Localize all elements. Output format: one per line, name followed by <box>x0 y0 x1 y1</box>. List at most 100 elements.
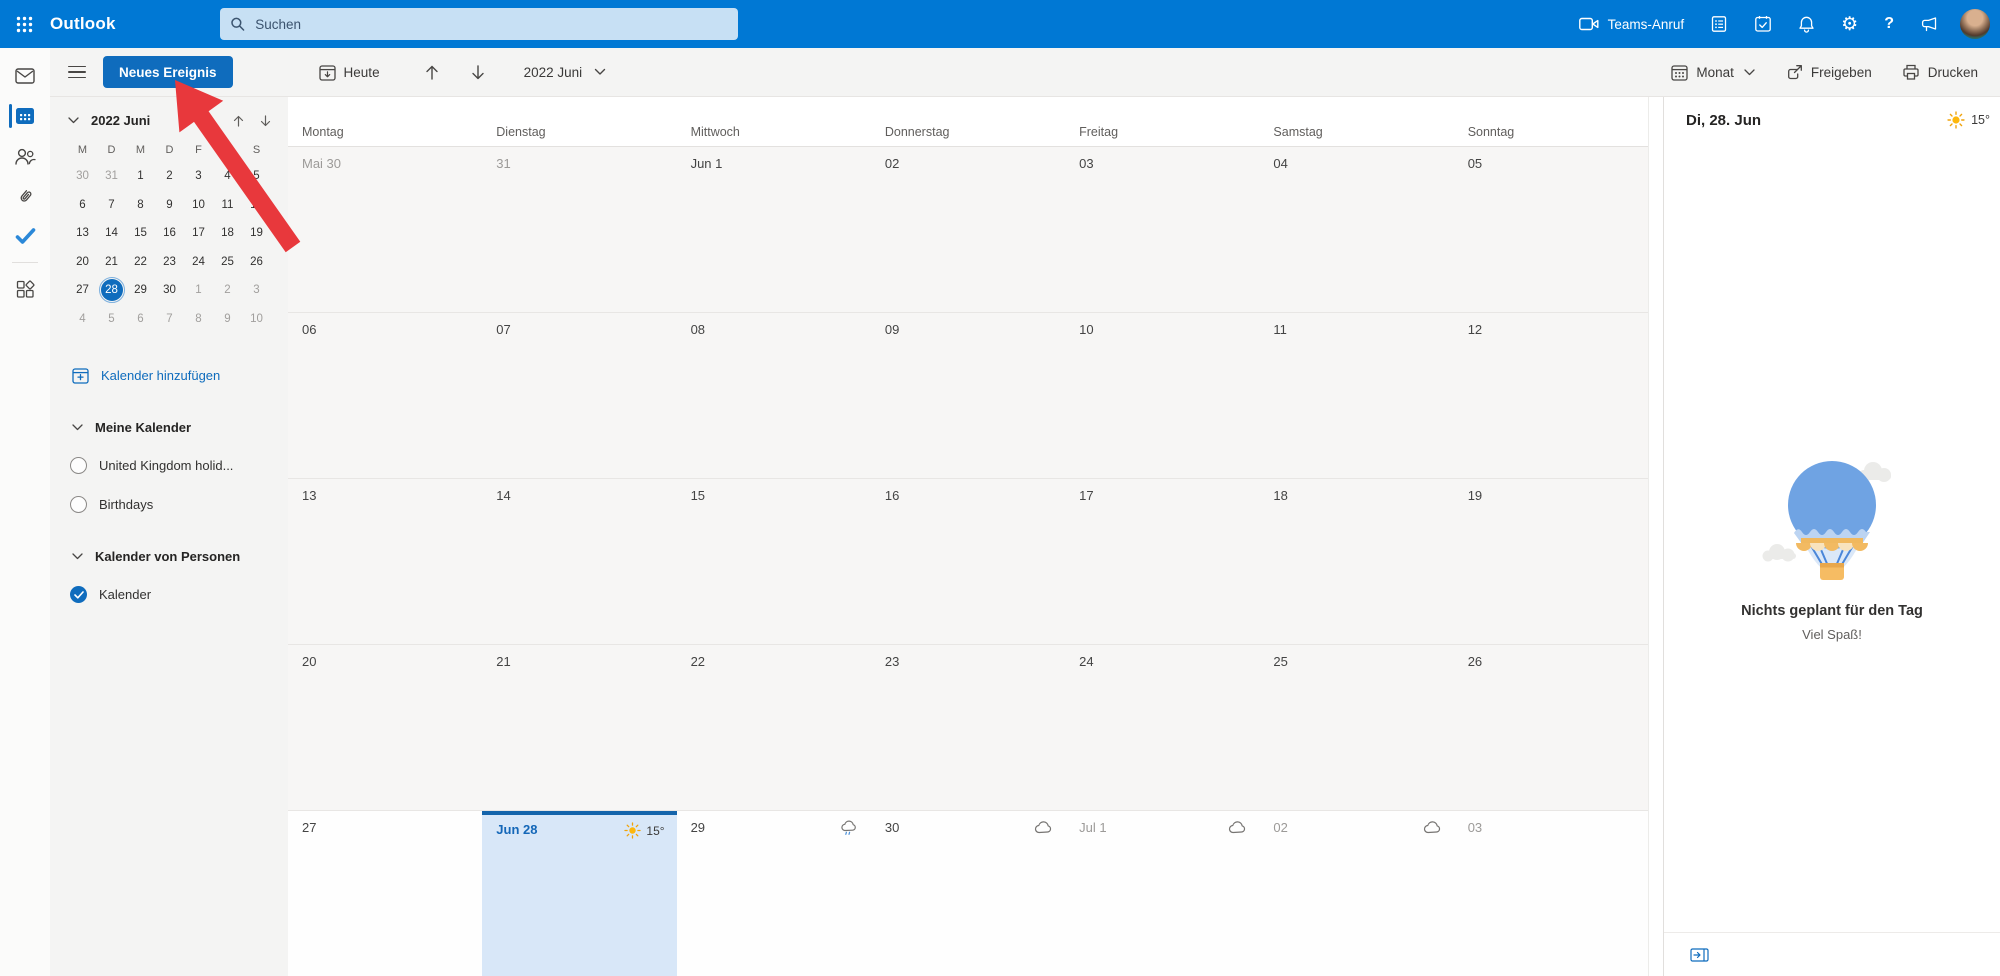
rail-calendar-button[interactable] <box>0 96 50 136</box>
mini-calendar-day[interactable]: 14 <box>97 219 126 248</box>
day-cell[interactable]: 05 <box>1454 147 1648 312</box>
mini-calendar-day[interactable]: 30 <box>68 162 97 191</box>
day-cell[interactable]: 10 <box>1065 313 1259 478</box>
hamburger-menu-button[interactable] <box>68 65 86 79</box>
day-cell[interactable]: 26 <box>1454 645 1648 810</box>
help-button[interactable]: ? <box>1871 0 1907 48</box>
today-button[interactable]: Heute <box>318 64 380 81</box>
day-cell[interactable]: 03 <box>1065 147 1259 312</box>
feedback-button[interactable] <box>1907 0 1952 48</box>
mini-calendar-day[interactable]: 19 <box>242 219 271 248</box>
mini-calendar-day[interactable]: 2 <box>213 276 242 305</box>
day-cell[interactable]: 16 <box>871 479 1065 644</box>
notifications-button[interactable] <box>1785 0 1828 48</box>
mini-calendar-day[interactable]: 20 <box>68 248 97 277</box>
mini-calendar-day[interactable]: 3 <box>242 276 271 305</box>
mini-calendar-day[interactable]: 5 <box>242 162 271 191</box>
mini-calendar-day[interactable]: 4 <box>213 162 242 191</box>
mini-calendar-day[interactable]: 10 <box>184 191 213 220</box>
teams-call-button[interactable]: Teams-Anruf <box>1566 0 1698 48</box>
day-cell[interactable]: 29 <box>677 811 871 976</box>
day-cell[interactable]: 23 <box>871 645 1065 810</box>
mini-calendar-day[interactable]: 30 <box>155 276 184 305</box>
mini-calendar-day[interactable]: 26 <box>242 248 271 277</box>
calendar-item-birthdays[interactable]: Birthdays <box>70 496 288 513</box>
mini-calendar-day[interactable]: 8 <box>126 191 155 220</box>
rail-todo-button[interactable] <box>0 216 50 256</box>
my-day-button[interactable] <box>1741 0 1785 48</box>
day-cell[interactable]: 13 <box>288 479 482 644</box>
user-avatar[interactable] <box>1960 9 1990 39</box>
mini-calendar-day[interactable]: 15 <box>126 219 155 248</box>
day-cell[interactable]: 20 <box>288 645 482 810</box>
day-cell[interactable]: 21 <box>482 645 676 810</box>
mini-calendar-day[interactable]: 8 <box>184 305 213 334</box>
mini-calendar-day[interactable]: 24 <box>184 248 213 277</box>
rail-mail-button[interactable] <box>0 56 50 96</box>
mini-calendar-day[interactable]: 5 <box>97 305 126 334</box>
day-cell[interactable]: 03 <box>1454 811 1648 976</box>
mini-calendar-day-selected[interactable]: 28 <box>97 276 126 305</box>
mini-calendar-day[interactable]: 27 <box>68 276 97 305</box>
mini-next-month-icon[interactable] <box>259 114 272 128</box>
day-cell[interactable]: 25 <box>1259 645 1453 810</box>
day-cell[interactable]: 27 <box>288 811 482 976</box>
search-input[interactable] <box>255 16 728 32</box>
next-period-button[interactable] <box>470 64 486 81</box>
day-cell[interactable]: 09 <box>871 313 1065 478</box>
feed-button[interactable] <box>1697 0 1741 48</box>
rail-more-apps-button[interactable] <box>0 269 50 309</box>
day-cell[interactable]: 06 <box>288 313 482 478</box>
calendar-item-kalender[interactable]: Kalender <box>70 586 288 603</box>
mini-calendar-day[interactable]: 4 <box>68 305 97 334</box>
calendar-visibility-toggle-checked[interactable] <box>70 586 87 603</box>
day-cell[interactable]: Jun 1 <box>677 147 871 312</box>
mini-calendar-day[interactable]: 13 <box>68 219 97 248</box>
mini-prev-month-icon[interactable] <box>232 114 245 128</box>
day-cell[interactable]: 12 <box>1454 313 1648 478</box>
calendar-item-uk-holidays[interactable]: United Kingdom holid... <box>70 457 288 474</box>
mini-calendar-day[interactable]: 22 <box>126 248 155 277</box>
view-selector[interactable]: Monat <box>1671 64 1755 81</box>
day-cell[interactable]: 19 <box>1454 479 1648 644</box>
mini-calendar-day[interactable]: 11 <box>213 191 242 220</box>
day-cell[interactable]: 14 <box>482 479 676 644</box>
mini-calendar-day[interactable]: 10 <box>242 305 271 334</box>
mini-calendar-day[interactable]: 9 <box>213 305 242 334</box>
mini-calendar-day[interactable]: 31 <box>97 162 126 191</box>
app-launcher-icon[interactable] <box>0 0 48 48</box>
day-cell[interactable]: Jul 1 <box>1065 811 1259 976</box>
dock-panel-icon[interactable] <box>1690 947 1709 962</box>
day-cell[interactable]: 24 <box>1065 645 1259 810</box>
day-cell[interactable]: 30 <box>871 811 1065 976</box>
mini-calendar-day[interactable]: 1 <box>184 276 213 305</box>
rail-people-button[interactable] <box>0 136 50 176</box>
mini-calendar-day[interactable]: 7 <box>97 191 126 220</box>
day-cell[interactable]: 15 <box>677 479 871 644</box>
day-cell[interactable]: 17 <box>1065 479 1259 644</box>
settings-button[interactable]: ⚙ <box>1828 0 1871 48</box>
previous-period-button[interactable] <box>424 64 440 81</box>
mini-calendar-day[interactable]: 23 <box>155 248 184 277</box>
day-cell[interactable]: 22 <box>677 645 871 810</box>
day-cell[interactable]: 31 <box>482 147 676 312</box>
mini-calendar-day[interactable]: 16 <box>155 219 184 248</box>
calendar-visibility-toggle[interactable] <box>70 496 87 513</box>
mini-calendar-day[interactable]: 21 <box>97 248 126 277</box>
mini-calendar-day[interactable]: 2 <box>155 162 184 191</box>
day-cell-selected[interactable]: Jun 28 15° <box>482 811 677 976</box>
mini-calendar-day[interactable]: 25 <box>213 248 242 277</box>
day-cell[interactable]: 08 <box>677 313 871 478</box>
print-button[interactable]: Drucken <box>1902 63 1978 81</box>
new-event-button[interactable]: Neues Ereignis <box>103 56 233 88</box>
share-button[interactable]: Freigeben <box>1785 63 1872 81</box>
collapse-chevron-icon[interactable] <box>68 117 79 124</box>
mini-calendar-day[interactable]: 9 <box>155 191 184 220</box>
mini-calendar-day[interactable]: 7 <box>155 305 184 334</box>
mini-calendar-day[interactable]: 6 <box>126 305 155 334</box>
period-selector[interactable]: 2022 Juni <box>524 65 607 80</box>
mini-calendar-day[interactable]: 3 <box>184 162 213 191</box>
section-my-calendars[interactable]: Meine Kalender <box>72 420 288 435</box>
day-cell[interactable]: 02 <box>1259 811 1453 976</box>
mini-calendar-day[interactable]: 17 <box>184 219 213 248</box>
